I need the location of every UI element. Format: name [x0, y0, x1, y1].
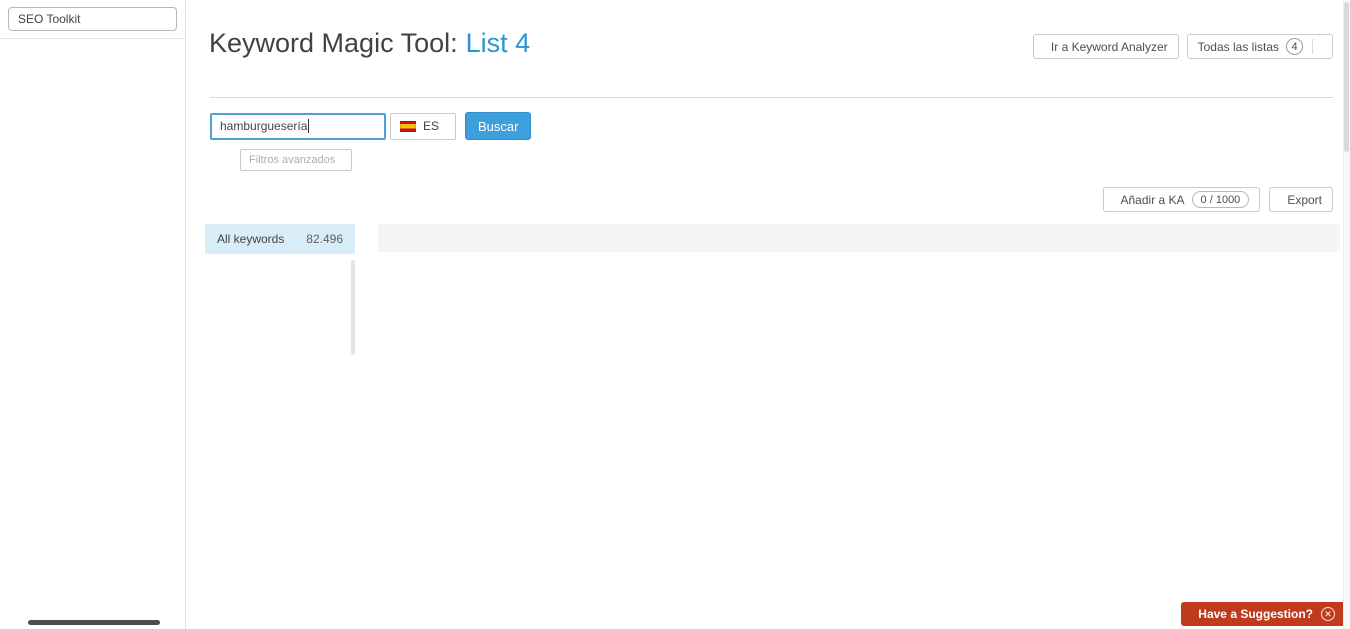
- keyword-groups-panel: All keywords 82.496: [205, 224, 355, 629]
- close-icon[interactable]: ✕: [1321, 607, 1335, 621]
- all-keywords-count: 82.496: [306, 232, 343, 246]
- search-row: hamburguesería ES Buscar: [210, 112, 567, 140]
- horizontal-scrollbar-thumb[interactable]: [28, 620, 160, 625]
- add-to-ka-label: Añadir a KA: [1120, 192, 1185, 207]
- sidebar-nav: [0, 39, 185, 45]
- text-cursor: [308, 119, 310, 133]
- page-title: Keyword Magic Tool: List 4: [209, 28, 535, 59]
- title-list-name: List 4: [465, 28, 531, 58]
- toolkit-label: SEO Toolkit: [18, 12, 81, 26]
- language-selector[interactable]: ES: [390, 112, 457, 140]
- header-buttons: Ir a Keyword Analyzer Todas las listas 4: [1032, 34, 1333, 59]
- search-input[interactable]: hamburguesería: [210, 112, 386, 140]
- all-lists-label: Todas las listas: [1197, 39, 1279, 54]
- title-list-selector[interactable]: List 4: [466, 28, 536, 59]
- quick-filter-row: Filtros avanzados: [210, 149, 352, 171]
- advanced-filters-label: Filtros avanzados: [249, 154, 336, 166]
- all-lists-count: 4: [1286, 38, 1303, 55]
- export-button[interactable]: Export: [1269, 187, 1333, 212]
- page: SEO Toolkit Keyword Magic Tool: List 4 I…: [0, 0, 1350, 629]
- spain-flag-icon: [400, 120, 416, 132]
- vertical-scrollbar-thumb[interactable]: [1344, 2, 1349, 152]
- go-analyzer-label: Ir a Keyword Analyzer: [1050, 39, 1168, 54]
- sidebar: SEO Toolkit: [0, 0, 186, 629]
- main-content: Keyword Magic Tool: List 4 Ir a Keyword …: [187, 0, 1343, 629]
- keyword-list-tabs: [210, 74, 1333, 98]
- page-vertical-scrollbar[interactable]: [1343, 0, 1350, 629]
- table-toolbar: Añadir a KA 0 / 1000 Export: [1102, 187, 1333, 212]
- all-keywords-group[interactable]: All keywords 82.496: [205, 224, 355, 254]
- go-to-keyword-analyzer-button[interactable]: Ir a Keyword Analyzer: [1032, 34, 1179, 59]
- toolkit-selector[interactable]: SEO Toolkit: [8, 7, 177, 31]
- title-main: Keyword Magic Tool:: [209, 28, 458, 58]
- suggestion-badge[interactable]: Have a Suggestion? ✕: [1181, 602, 1343, 626]
- all-lists-button[interactable]: Todas las listas 4: [1186, 34, 1333, 59]
- divider: [1312, 39, 1313, 54]
- add-to-ka-button[interactable]: Añadir a KA 0 / 1000: [1102, 187, 1261, 212]
- export-label: Export: [1287, 192, 1322, 207]
- all-keywords-label: All keywords: [217, 232, 285, 246]
- search-button[interactable]: Buscar: [465, 112, 532, 140]
- suggestion-label: Have a Suggestion?: [1198, 607, 1313, 621]
- keywords-table: [378, 224, 1340, 629]
- ka-counter: 0 / 1000: [1191, 191, 1250, 208]
- language-code: ES: [423, 119, 440, 133]
- summary-row: [210, 188, 272, 212]
- table-header: [378, 224, 1340, 252]
- groups-scrollbar-thumb[interactable]: [351, 260, 355, 355]
- advanced-filters-dropdown[interactable]: Filtros avanzados: [240, 149, 352, 171]
- search-input-value: hamburguesería: [220, 119, 308, 133]
